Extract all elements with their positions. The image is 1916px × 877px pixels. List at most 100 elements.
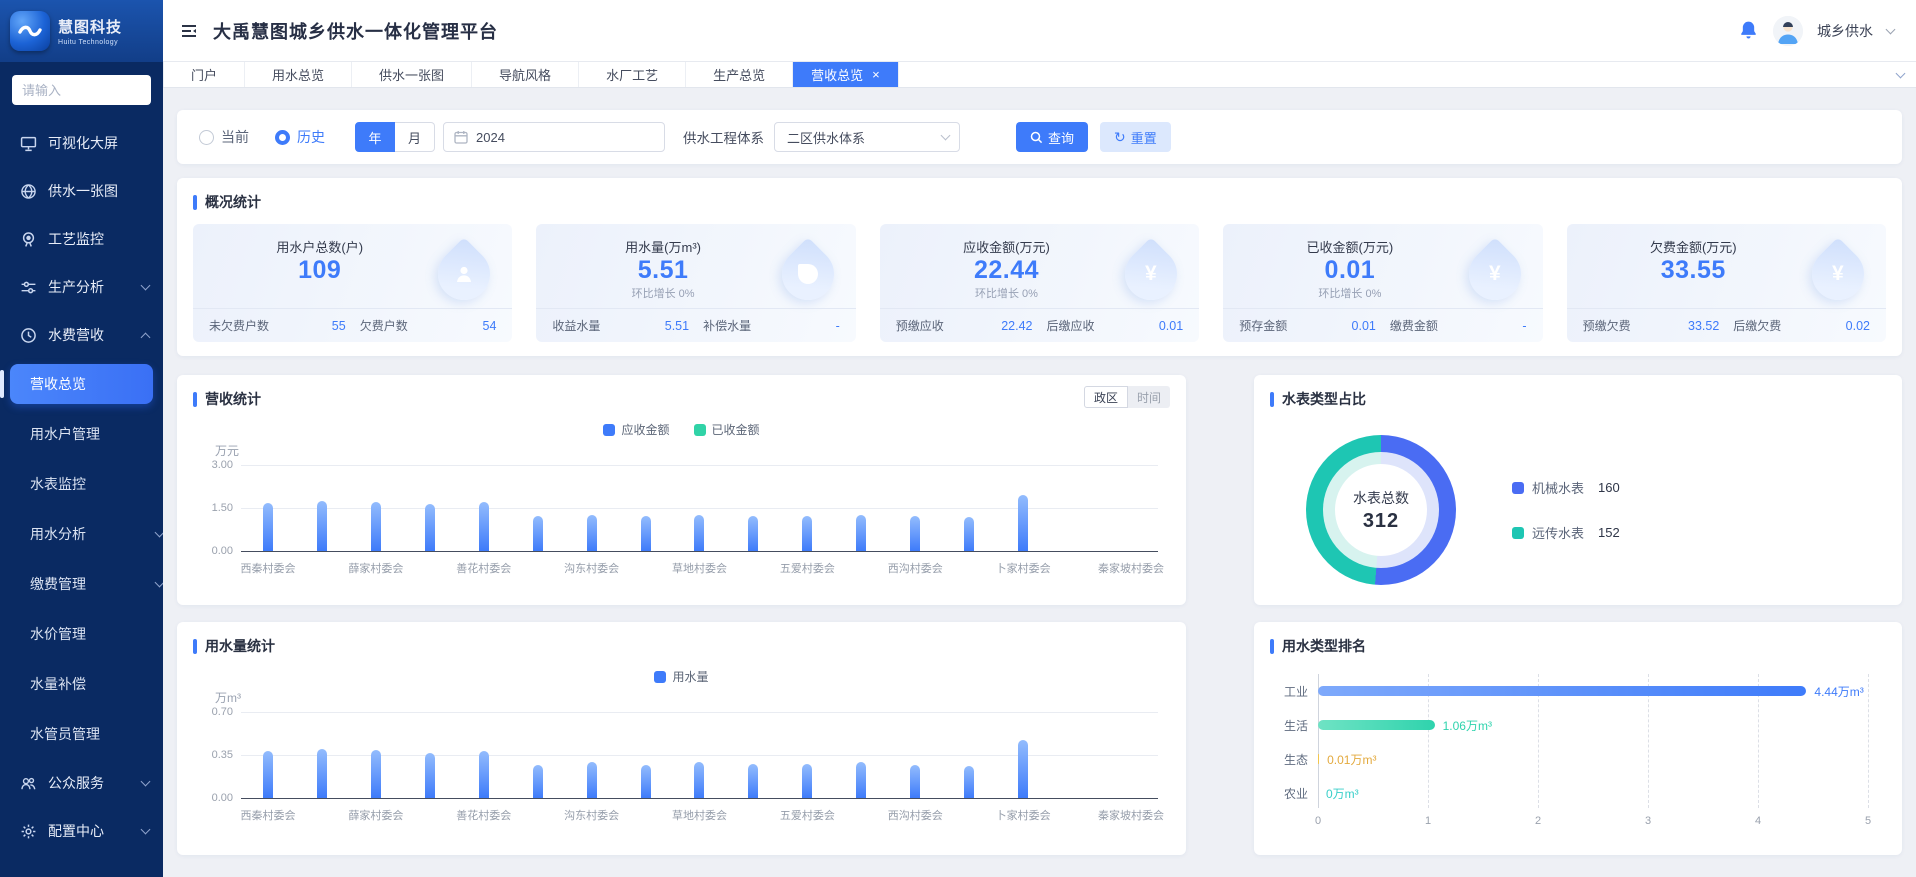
screen-icon — [20, 135, 37, 152]
tab-供水一张图[interactable]: 供水一张图 — [352, 62, 472, 87]
notification-bell-icon[interactable] — [1738, 20, 1759, 41]
x-axis: 012345 — [1318, 810, 1868, 830]
sidebar-item-生产分析[interactable]: 生产分析 — [0, 263, 163, 311]
bar — [479, 502, 489, 551]
revenue-title: 营收统计 — [177, 375, 1186, 409]
x-axis-label: 秦家坡村委会 — [1098, 807, 1164, 823]
brand-logo-icon — [10, 11, 50, 51]
tab-生产总览[interactable]: 生产总览 — [686, 62, 793, 87]
legend-item-机械水表[interactable]: 机械水表160 — [1512, 478, 1620, 497]
sidebar-item-水量补偿[interactable]: 水量补偿 — [0, 659, 163, 709]
legend-swatch — [1512, 527, 1524, 539]
user-name[interactable]: 城乡供水 — [1817, 21, 1873, 41]
meter-type-panel: 水表类型占比 水表总数 312 机械水表160远传水表152 — [1254, 375, 1902, 605]
card-trend — [1567, 285, 1820, 300]
sidebar-item-营收总览[interactable]: 营收总览 — [10, 364, 153, 404]
x-axis: 西秦村委会薛家村委会善花村委会沟东村委会草地村委会五爱村委会西沟村委会卜家村委会… — [241, 557, 1158, 577]
brand: 慧图科技 Huitu Technology — [0, 0, 163, 62]
system-select[interactable]: 二区供水体系 — [774, 122, 960, 152]
card-stat-label: 补偿水量 — [703, 317, 751, 334]
card-footer: 收益水量5.51补偿水量- — [536, 308, 855, 342]
x-axis-label: 卜家村委会 — [996, 560, 1051, 576]
sidebar-item-水价管理[interactable]: 水价管理 — [0, 609, 163, 659]
chevron-down-icon — [141, 777, 151, 787]
tab-门户[interactable]: 门户 — [163, 62, 245, 87]
page-title: 大禹慧图城乡供水一体化管理平台 — [213, 18, 498, 44]
bar — [856, 515, 866, 551]
radio-history-label: 历史 — [297, 127, 325, 147]
sidebar-item-工艺监控[interactable]: 工艺监控 — [0, 215, 163, 263]
tab-用水总览[interactable]: 用水总览 — [245, 62, 352, 87]
sidebar-item-可视化大屏[interactable]: 可视化大屏 — [0, 119, 163, 167]
y-tick: 0.00 — [212, 792, 233, 804]
period-month-button[interactable]: 月 — [395, 122, 435, 152]
radio-history-dot[interactable] — [275, 130, 290, 145]
x-tick: 5 — [1865, 815, 1871, 827]
radio-history[interactable]: 历史 — [275, 127, 325, 147]
collapse-menu-icon[interactable] — [179, 21, 199, 41]
legend-item-用水量[interactable]: 用水量 — [654, 668, 708, 685]
card-stat-label: 收益水量 — [552, 317, 600, 334]
radio-current[interactable]: 当前 — [199, 127, 249, 147]
stat-card-用水户总数(户): 用水户总数(户)109未欠费户数55欠费户数54 — [193, 224, 512, 342]
sidebar-item-水费营收[interactable]: 水费营收 — [0, 311, 163, 359]
bar — [802, 516, 812, 551]
card-stat-value: 5.51 — [665, 319, 689, 333]
system-select-value: 二区供水体系 — [787, 128, 865, 147]
avatar[interactable] — [1773, 16, 1803, 46]
tab-营收总览-active[interactable]: 营收总览× — [793, 62, 899, 87]
chevron-down-icon — [141, 825, 151, 835]
card-stat-label: 欠费户数 — [360, 317, 408, 334]
bar-value: 4.44万m³ — [1814, 683, 1863, 700]
refresh-icon: ↻ — [1114, 130, 1126, 144]
radio-current-dot[interactable] — [199, 130, 214, 145]
calendar-icon — [454, 130, 468, 144]
x-axis-label: 薛家村委会 — [348, 560, 403, 576]
legend-item-应收金额[interactable]: 应收金额 — [603, 421, 669, 438]
y-tick: 0.70 — [212, 706, 233, 718]
topbar: 大禹慧图城乡供水一体化管理平台 城乡供水 — [163, 0, 1916, 62]
bar — [1318, 720, 1435, 730]
period-year-button[interactable]: 年 — [355, 122, 395, 152]
sidebar-item-供水一张图[interactable]: 供水一张图 — [0, 167, 163, 215]
legend-value: 160 — [1598, 480, 1620, 495]
sidebar-item-水管员管理[interactable]: 水管员管理 — [0, 709, 163, 759]
card-value: 5.51 — [536, 256, 789, 285]
tab-导航风格[interactable]: 导航风格 — [472, 62, 579, 87]
sidebar-item-用水分析[interactable]: 用水分析 — [0, 509, 163, 559]
bar-value: 0万m³ — [1326, 785, 1359, 802]
stat-cards: 用水户总数(户)109未欠费户数55欠费户数54用水量(万m³)5.51环比增长… — [177, 212, 1902, 342]
card-title: 用水量(万m³) — [536, 237, 789, 256]
user-menu-chevron-icon[interactable] — [1886, 24, 1896, 34]
sidebar-item-配置中心[interactable]: 配置中心 — [0, 807, 163, 855]
card-title: 应收金额(万元) — [880, 237, 1133, 256]
row-label: 农业 — [1284, 785, 1308, 802]
search-button[interactable]: 查询 — [1016, 122, 1088, 152]
card-stat-value: 0.01 — [1159, 319, 1183, 333]
sidebar-item-用水户管理[interactable]: 用水户管理 — [0, 409, 163, 459]
tab-close-icon[interactable]: × — [872, 68, 880, 81]
x-axis-label: 秦家坡村委会 — [1098, 560, 1164, 576]
sidebar-item-水表监控[interactable]: 水表监控 — [0, 459, 163, 509]
tab-水厂工艺[interactable]: 水厂工艺 — [579, 62, 686, 87]
x-axis-label: 西秦村委会 — [240, 560, 295, 576]
card-trend — [193, 285, 446, 300]
legend-item-已收金额[interactable]: 已收金额 — [694, 421, 760, 438]
donut-center-label: 水表总数 — [1353, 488, 1409, 508]
bar — [263, 751, 273, 798]
sidebar-search-input[interactable] — [12, 75, 151, 105]
service-icon — [20, 775, 37, 792]
sidebar-item-公众服务[interactable]: 公众服务 — [0, 759, 163, 807]
x-axis-label: 五爱村委会 — [780, 560, 835, 576]
bar — [910, 765, 920, 798]
sidebar-item-缴费管理[interactable]: 缴费管理 — [0, 559, 163, 609]
reset-button[interactable]: ↻ 重置 — [1100, 122, 1171, 152]
toolbar-时间-button[interactable]: 时间 — [1128, 386, 1170, 408]
year-picker[interactable]: 2024 — [443, 122, 665, 152]
toolbar-政区-button[interactable]: 政区 — [1084, 386, 1128, 408]
tab-overflow-chevron-icon[interactable] — [1885, 62, 1916, 87]
bar — [371, 750, 381, 798]
usage-bar-chart: 万m³0.700.350.00西秦村委会薛家村委会善花村委会沟东村委会草地村委会… — [241, 689, 1158, 824]
legend-item-远传水表[interactable]: 远传水表152 — [1512, 523, 1620, 542]
bar — [533, 765, 543, 798]
